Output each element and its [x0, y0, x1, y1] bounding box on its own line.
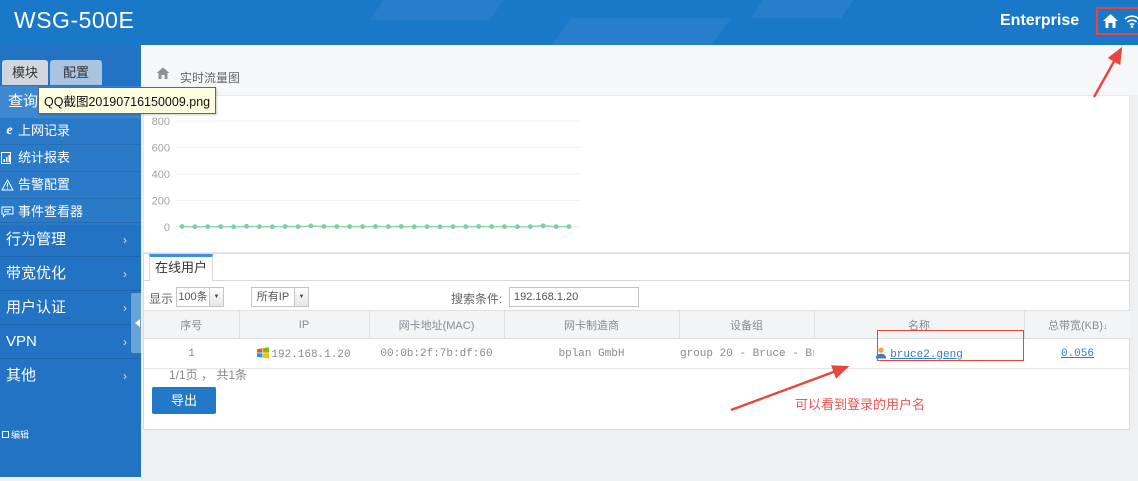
sidebar-group-label: 行为管理 — [6, 231, 66, 248]
sidebar-tab-module[interactable]: 模块 — [2, 60, 48, 85]
export-button[interactable]: 导出 — [152, 387, 216, 414]
cell-device-group: group 20 - Bruce - Bruce2,Se… — [679, 339, 814, 369]
app-window: WSG-500E Enterprise 模块 配置 查询统计 e 上网 — [0, 0, 1138, 481]
sidebar-item-event-viewer[interactable]: 事件查看器 — [0, 198, 141, 225]
chevron-right-icon: › — [123, 223, 127, 257]
header-deco — [549, 18, 730, 45]
edit-icon — [2, 431, 9, 438]
sidebar-group-user-authentication[interactable]: 用户认证 › — [0, 290, 141, 324]
tab-online-users[interactable]: 在线用户 — [149, 254, 213, 281]
svg-text:600: 600 — [152, 143, 170, 155]
sidebar-group-label: 其他 — [6, 367, 36, 384]
chevron-right-icon: › — [123, 257, 127, 291]
col-label: 总带宽(KB) — [1048, 320, 1103, 332]
cell-mac: 00:0b:2f:7b:df:60 — [369, 339, 504, 369]
sidebar-group-bandwidth-optimization[interactable]: 带宽优化 › — [0, 256, 141, 290]
page-size-select[interactable]: 100条 ▼ — [176, 287, 224, 307]
col-total-bandwidth[interactable]: 总带宽(KB)↓ — [1024, 311, 1131, 339]
ip-value: 192.168.1.20 — [271, 349, 350, 361]
svg-text:0: 0 — [164, 222, 170, 234]
header-icons-highlight-box — [1096, 7, 1138, 35]
chevron-left-icon — [135, 319, 140, 327]
sidebar-submenu: e 上网记录 统计报表 告警配置 事件查看器 — [0, 118, 141, 225]
sidebar-item-internet-records[interactable]: e 上网记录 — [0, 118, 141, 144]
page-size-value: 100条 — [177, 288, 209, 306]
show-label: 显示 — [149, 290, 173, 307]
sidebar-item-alarm-config[interactable]: 告警配置 — [0, 171, 141, 198]
table-row: 1 192.168.1.20 00:0b:2f:7b:df:60 bplan G… — [144, 339, 1131, 369]
svg-text:400: 400 — [152, 169, 170, 181]
sidebar-tab-config[interactable]: 配置 — [50, 60, 102, 85]
cell-ip: 192.168.1.20 — [239, 339, 369, 369]
online-users-panel: 在线用户 显示 100条 ▼ 所有IP ▼ 搜索条件: 序号 IP 网卡地址(M… — [143, 253, 1130, 430]
sidebar-item-statistics-report[interactable]: 统计报表 — [0, 144, 141, 171]
pagination-text: 1/1页 ， 共1条 — [169, 366, 247, 383]
col-ip: IP — [239, 311, 369, 339]
sort-desc-icon: ↓ — [1103, 321, 1108, 331]
traffic-line-chart: 800 600 400 200 0 — [144, 96, 1127, 250]
search-input[interactable] — [509, 287, 639, 307]
sidebar-group-other[interactable]: 其他 › — [0, 358, 141, 392]
report-chart-icon — [1, 152, 18, 164]
sidebar-group-label: VPN — [6, 333, 37, 350]
product-title: WSG-500E — [14, 7, 134, 34]
col-name: 名称 — [814, 311, 1024, 339]
breadcrumb-bar: 实时流量图 — [141, 45, 1138, 95]
chevron-down-icon: ▼ — [209, 288, 223, 306]
chevron-right-icon: › — [123, 325, 127, 359]
breadcrumb: 实时流量图 — [180, 69, 240, 86]
filename-tooltip: QQ截图20190716150009.png — [38, 87, 216, 114]
sidebar-footer-label: 编辑 — [11, 428, 29, 441]
sidebar-group-behavior-management[interactable]: 行为管理 › — [0, 222, 141, 256]
sidebar-group-vpn[interactable]: VPN › — [0, 324, 141, 358]
warning-triangle-icon — [1, 179, 18, 191]
sidebar-group-label: 用户认证 — [6, 299, 66, 316]
username-link[interactable]: bruce2.geng — [890, 349, 963, 361]
col-index: 序号 — [144, 311, 239, 339]
annotation-note: 可以看到登录的用户名 — [795, 394, 925, 413]
sidebar-item-label: 上网记录 — [18, 118, 70, 144]
breadcrumb-home-icon[interactable] — [156, 67, 170, 80]
online-users-table: 序号 IP 网卡地址(MAC) 网卡制造商 设备组 名称 总带宽(KB)↓ 1 … — [144, 310, 1131, 369]
browser-e-icon: e — [1, 118, 18, 144]
cell-index: 1 — [144, 339, 239, 369]
col-mac: 网卡地址(MAC) — [369, 311, 504, 339]
home-icon[interactable] — [1102, 13, 1119, 29]
svg-text:800: 800 — [152, 116, 170, 128]
wifi-icon[interactable] — [1124, 14, 1138, 28]
cell-name: bruce2.geng — [814, 339, 1024, 369]
traffic-chart-panel: 800 600 400 200 0 — [143, 95, 1130, 253]
top-bar: WSG-500E Enterprise — [0, 0, 1138, 45]
sidebar-item-label: 统计报表 — [18, 145, 70, 171]
brand-label: Enterprise — [1000, 12, 1079, 30]
svg-text:200: 200 — [152, 196, 170, 208]
speech-bubble-icon — [1, 206, 18, 218]
total-bandwidth-link[interactable]: 0.056 — [1061, 348, 1094, 360]
chevron-right-icon: › — [123, 359, 127, 393]
chevron-down-icon: ▼ — [294, 288, 308, 306]
tab-strip — [144, 254, 1129, 281]
sidebar-group-label: 带宽优化 — [6, 265, 66, 282]
chevron-right-icon: › — [123, 291, 127, 325]
sidebar-item-label: 告警配置 — [18, 172, 70, 198]
search-label: 搜索条件: — [451, 290, 502, 307]
header-deco — [369, 0, 510, 20]
windows-os-icon — [257, 347, 269, 359]
col-device-group: 设备组 — [679, 311, 814, 339]
table-header-row: 序号 IP 网卡地址(MAC) 网卡制造商 设备组 名称 总带宽(KB)↓ — [144, 311, 1131, 339]
sidebar-footer-edit[interactable]: 编辑 — [2, 428, 29, 441]
user-icon — [875, 347, 887, 359]
header-deco — [751, 0, 859, 18]
cell-vendor: bplan GmbH — [504, 339, 679, 369]
col-vendor: 网卡制造商 — [504, 311, 679, 339]
cell-total-bandwidth: 0.056 — [1024, 339, 1131, 369]
ip-filter-value: 所有IP — [252, 288, 294, 306]
ip-filter-select[interactable]: 所有IP ▼ — [251, 287, 309, 307]
